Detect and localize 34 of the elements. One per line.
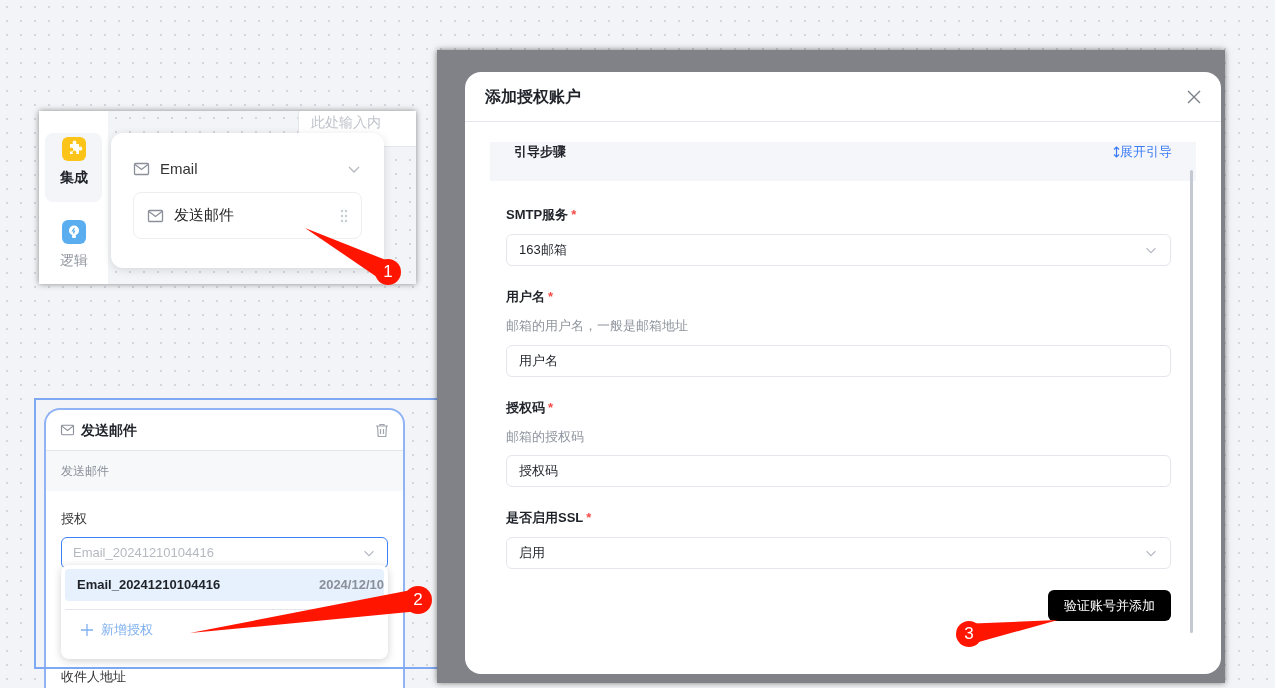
close-icon[interactable]: [1187, 89, 1201, 104]
sidebar-item[interactable]: 集成: [45, 133, 102, 202]
step-number: 2: [412, 590, 424, 610]
field-label: 授权: [61, 510, 88, 528]
puzzle-icon: [61, 137, 86, 161]
field-hint: 邮箱的用户名，一般是邮箱地址: [506, 317, 689, 335]
text-field[interactable]: 用户名: [506, 344, 1171, 377]
field-label: 是否启用SSL *: [506, 509, 593, 527]
mail-icon: [133, 162, 150, 176]
guide-title: 引导步骤: [514, 143, 567, 161]
verify-and-add-button[interactable]: 验证账号并添加: [1048, 590, 1171, 621]
expand-guide-link[interactable]: 展开引导: [1113, 142, 1172, 162]
select-field[interactable]: 启用: [506, 537, 1171, 569]
plus-icon: [81, 623, 93, 636]
field-label: 用户名 *: [506, 288, 555, 306]
field-hint: 邮箱的授权码: [506, 427, 585, 446]
step-number: 1: [382, 262, 394, 282]
dropdown-option[interactable]: Email_20241210104416 2024/12/10: [65, 569, 384, 601]
group-header[interactable]: Email: [133, 157, 362, 181]
trash-icon[interactable]: [375, 422, 389, 438]
drag-handle-icon[interactable]: [340, 208, 348, 223]
field-label: SMTP服务 *: [506, 206, 578, 224]
mail-icon: [60, 424, 75, 436]
node-title: 发送邮件: [81, 420, 138, 440]
text-field[interactable]: 授权码: [506, 455, 1171, 487]
expand-icon: [1113, 145, 1120, 158]
step-number: 3: [963, 624, 975, 644]
mail-icon: [147, 208, 164, 223]
field-label: 授权码 *: [506, 398, 555, 417]
field-label: 收件人地址: [61, 667, 127, 686]
node-description: 发送邮件: [46, 451, 403, 491]
dialog-title: 添加授权账户: [485, 86, 582, 107]
select-field[interactable]: 163邮箱: [506, 234, 1171, 266]
lightbulb-icon: [61, 219, 86, 244]
